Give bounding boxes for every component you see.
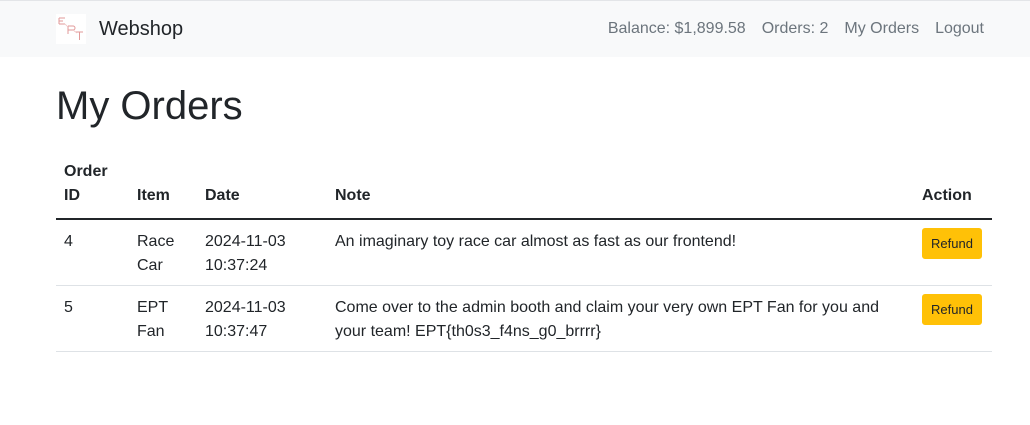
action-cell: Refund <box>914 219 992 286</box>
header-order-id-line1: Order <box>64 163 108 180</box>
header-item: Item <box>129 154 197 220</box>
item-cell: Race Car <box>129 219 197 286</box>
action-cell: Refund <box>914 285 992 352</box>
item-line1: EPT <box>137 299 169 316</box>
order-id-cell: 4 <box>56 219 129 286</box>
order-id-cell: 5 <box>56 285 129 352</box>
date-cell: 2024-11-03 10:37:47 <box>197 285 327 352</box>
header-order-id: Order ID <box>56 154 129 220</box>
my-orders-link[interactable]: My Orders <box>844 20 919 38</box>
date-line1: 2024-11-03 <box>205 299 286 316</box>
navbar-right: Balance: $1,899.58 Orders: 2 My Orders L… <box>608 20 984 38</box>
orders-count-text: Orders: 2 <box>761 20 829 37</box>
brand-name: Webshop <box>99 17 184 40</box>
page-title: My Orders <box>56 84 243 128</box>
header-action: Action <box>914 154 992 220</box>
balance-text: Balance: $1,899.58 <box>607 20 746 37</box>
date-line2: 10:37:24 <box>205 257 268 274</box>
orders-table: Order ID Item Date Note Action 4 Race Car … <box>56 154 992 352</box>
date-line1: 2024-11-03 <box>205 233 286 250</box>
item-line2: Fan <box>137 323 165 340</box>
table-header-row: Order ID Item Date Note Action <box>56 154 992 220</box>
header-order-id-line2: ID <box>64 187 80 204</box>
note-cell: An imaginary toy race car almost as fast… <box>327 219 914 286</box>
header-date: Date <box>197 154 327 220</box>
brand-link[interactable]: Webshop <box>56 14 183 44</box>
logout-link[interactable]: Logout <box>935 20 984 38</box>
item-line2: Car <box>137 257 163 274</box>
item-line1: Race <box>137 233 175 250</box>
navbar: Webshop Balance: $1,899.58 Orders: 2 My … <box>0 0 1030 57</box>
header-note: Note <box>327 154 914 220</box>
refund-button[interactable]: Refund <box>922 228 982 259</box>
table-row: 4 Race Car 2024-11-03 10:37:24 An imaginar… <box>56 219 992 286</box>
date-line2: 10:37:47 <box>205 323 268 340</box>
refund-button[interactable]: Refund <box>922 294 982 325</box>
table-row: 5 EPT Fan 2024-11-03 10:37:47 Come over to… <box>56 285 992 352</box>
date-cell: 2024-11-03 10:37:24 <box>197 219 327 286</box>
item-cell: EPT Fan <box>129 285 197 352</box>
webshop-logo-icon <box>56 14 86 44</box>
note-cell: Come over to the admin booth and claim y… <box>327 285 914 352</box>
